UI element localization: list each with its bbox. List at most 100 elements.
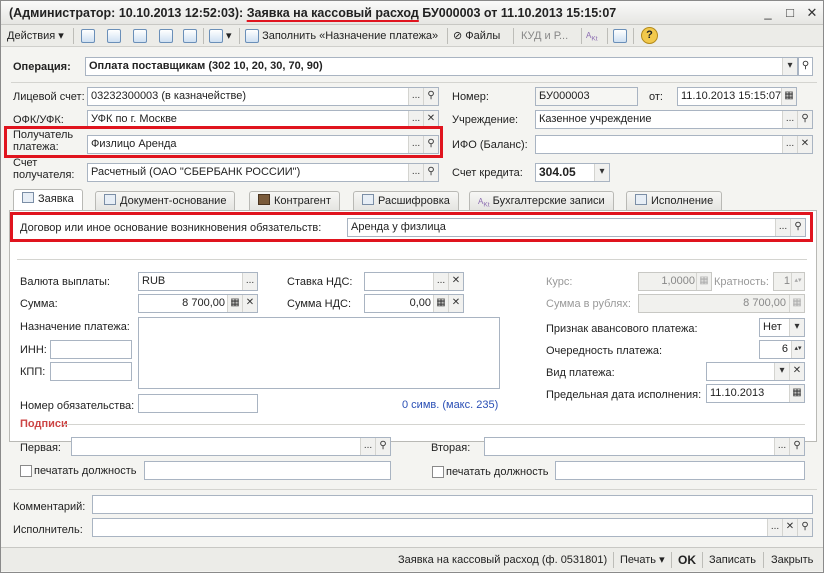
- ellipsis-icon[interactable]: ...: [782, 136, 797, 153]
- spinner-icon[interactable]: ▴▾: [791, 273, 804, 290]
- number-field[interactable]: БУ000003: [535, 87, 638, 106]
- print-menu-button[interactable]: Печать ▾: [620, 551, 665, 569]
- search-icon[interactable]: ⚲: [798, 57, 813, 76]
- accounting-entries-icon: AKt: [478, 197, 490, 209]
- tab-request[interactable]: Заявка: [13, 189, 83, 211]
- link-icon: [104, 194, 116, 205]
- accounting-entries-icon[interactable]: AKt: [586, 27, 598, 45]
- clear-icon[interactable]: ✕: [789, 363, 804, 380]
- import-icon[interactable]: [81, 27, 95, 45]
- ifo-field[interactable]: [535, 135, 813, 154]
- institution-field[interactable]: Казенное учреждение: [535, 110, 813, 129]
- clear-icon[interactable]: ✕: [448, 273, 463, 290]
- calculator-icon[interactable]: ▦: [433, 295, 448, 312]
- search-icon[interactable]: ⚲: [375, 438, 390, 455]
- executor-field[interactable]: [92, 518, 813, 537]
- second-signature-label: Вторая:: [431, 442, 471, 454]
- document-move-icon[interactable]: [183, 27, 197, 45]
- go-to-icon[interactable]: ▾: [209, 27, 232, 45]
- tab-base-document[interactable]: Документ-основание: [95, 191, 236, 211]
- clear-icon[interactable]: ✕: [797, 136, 812, 153]
- briefcase-icon: [258, 194, 270, 205]
- close-window-button[interactable]: ✕: [803, 4, 821, 22]
- help-icon[interactable]: ?: [641, 27, 658, 44]
- toolbar-separator: [203, 28, 204, 44]
- recipient-account-field[interactable]: Расчетный (ОАО "СБЕРБАНК РОССИИ"): [87, 163, 439, 182]
- ellipsis-icon[interactable]: ...: [408, 88, 423, 105]
- ellipsis-icon[interactable]: ...: [775, 219, 790, 236]
- search-icon[interactable]: ⚲: [423, 88, 438, 105]
- from-label: от:: [649, 91, 663, 103]
- maximize-button[interactable]: □: [781, 4, 799, 22]
- print-form-button[interactable]: Заявка на кассовый расход (ф. 0531801): [398, 551, 607, 569]
- search-icon[interactable]: ⚲: [797, 111, 812, 128]
- obligation-field[interactable]: [138, 394, 258, 413]
- document-add-icon[interactable]: [159, 27, 173, 45]
- save-button[interactable]: Записать: [709, 551, 756, 569]
- date-field[interactable]: 11.10.2013 15:15:07: [677, 87, 797, 106]
- close-button[interactable]: Закрыть: [771, 551, 813, 569]
- calculator-icon[interactable]: ▦: [227, 295, 242, 312]
- print-position-label-1: печатать должность: [34, 465, 137, 477]
- tab-breakdown[interactable]: Расшифровка: [353, 191, 459, 211]
- refresh-icon[interactable]: [107, 27, 121, 45]
- ellipsis-icon[interactable]: ...: [767, 519, 782, 536]
- position-field-2[interactable]: [555, 461, 805, 480]
- calendar-icon[interactable]: ▦: [789, 385, 804, 402]
- purpose-textarea[interactable]: [138, 317, 500, 389]
- contract-label: Договор или иное основание возникновения…: [20, 222, 322, 234]
- ellipsis-icon[interactable]: ...: [242, 273, 257, 290]
- dropdown-arrow-icon[interactable]: ▾: [774, 363, 789, 380]
- dropdown-arrow-icon[interactable]: ▾: [594, 164, 609, 181]
- dropdown-arrow-icon[interactable]: ▾: [782, 58, 797, 75]
- inn-field[interactable]: [50, 340, 132, 359]
- tab-counterparty[interactable]: Контрагент: [249, 191, 340, 211]
- clear-icon[interactable]: ✕: [242, 295, 257, 312]
- search-icon[interactable]: ⚲: [423, 136, 438, 153]
- clear-icon[interactable]: ✕: [448, 295, 463, 312]
- currency-label: Валюта выплаты:: [20, 276, 110, 288]
- ellipsis-icon[interactable]: ...: [433, 273, 448, 290]
- fill-purpose-button[interactable]: Заполнить «Назначение платежа»: [245, 27, 438, 45]
- second-signature-field[interactable]: [484, 437, 805, 456]
- kud-button[interactable]: КУД и Р...: [521, 27, 568, 45]
- tab-accounting-entries[interactable]: AKt Бухгалтерские записи: [469, 191, 614, 211]
- print-position-checkbox-1[interactable]: [20, 465, 32, 477]
- ok-button[interactable]: OK: [678, 551, 696, 569]
- ellipsis-icon[interactable]: ...: [774, 438, 789, 455]
- report-icon[interactable]: [613, 27, 627, 45]
- calculator-icon[interactable]: ▦: [696, 273, 711, 290]
- contract-field[interactable]: Аренда у физлица: [347, 218, 806, 237]
- sum-rub-field[interactable]: 8 700,00: [638, 294, 805, 313]
- search-icon[interactable]: ⚲: [790, 219, 805, 236]
- calculator-icon[interactable]: ▦: [789, 295, 804, 312]
- ellipsis-icon[interactable]: ...: [408, 164, 423, 181]
- dropdown-arrow-icon[interactable]: ▾: [789, 319, 804, 336]
- search-icon[interactable]: ⚲: [423, 164, 438, 181]
- signatures-group-label: Подписи: [20, 418, 68, 430]
- print-position-checkbox-2[interactable]: [432, 466, 444, 478]
- ellipsis-icon[interactable]: ...: [782, 111, 797, 128]
- currency-field[interactable]: RUB: [138, 272, 258, 291]
- actions-menu[interactable]: Действия ▾: [7, 27, 64, 45]
- kpp-field[interactable]: [50, 362, 132, 381]
- operation-select[interactable]: Оплата поставщикам (302 10, 20, 30, 70, …: [85, 57, 798, 76]
- position-field-1[interactable]: [144, 461, 391, 480]
- recipient-field[interactable]: Физлицо Аренда: [87, 135, 439, 154]
- files-button[interactable]: ⊘ Файлы: [453, 27, 500, 45]
- first-signature-field[interactable]: [71, 437, 391, 456]
- spinner-icon[interactable]: ▴▾: [791, 341, 804, 358]
- clear-icon[interactable]: ✕: [782, 519, 797, 536]
- minimize-button[interactable]: _: [759, 4, 777, 22]
- calendar-icon[interactable]: ▦: [781, 88, 796, 105]
- search-icon[interactable]: ⚲: [797, 519, 812, 536]
- ellipsis-icon[interactable]: ...: [360, 438, 375, 455]
- tab-execution[interactable]: Исполнение: [626, 191, 723, 211]
- account-field[interactable]: 03232300003 (в казначействе): [87, 87, 439, 106]
- obligation-label: Номер обязательства:: [20, 400, 135, 412]
- ellipsis-icon[interactable]: ...: [408, 136, 423, 153]
- search-icon[interactable]: ⚲: [789, 438, 804, 455]
- copy-icon[interactable]: [133, 27, 147, 45]
- comment-field[interactable]: [92, 495, 813, 514]
- rate-label: Курс:: [546, 276, 573, 288]
